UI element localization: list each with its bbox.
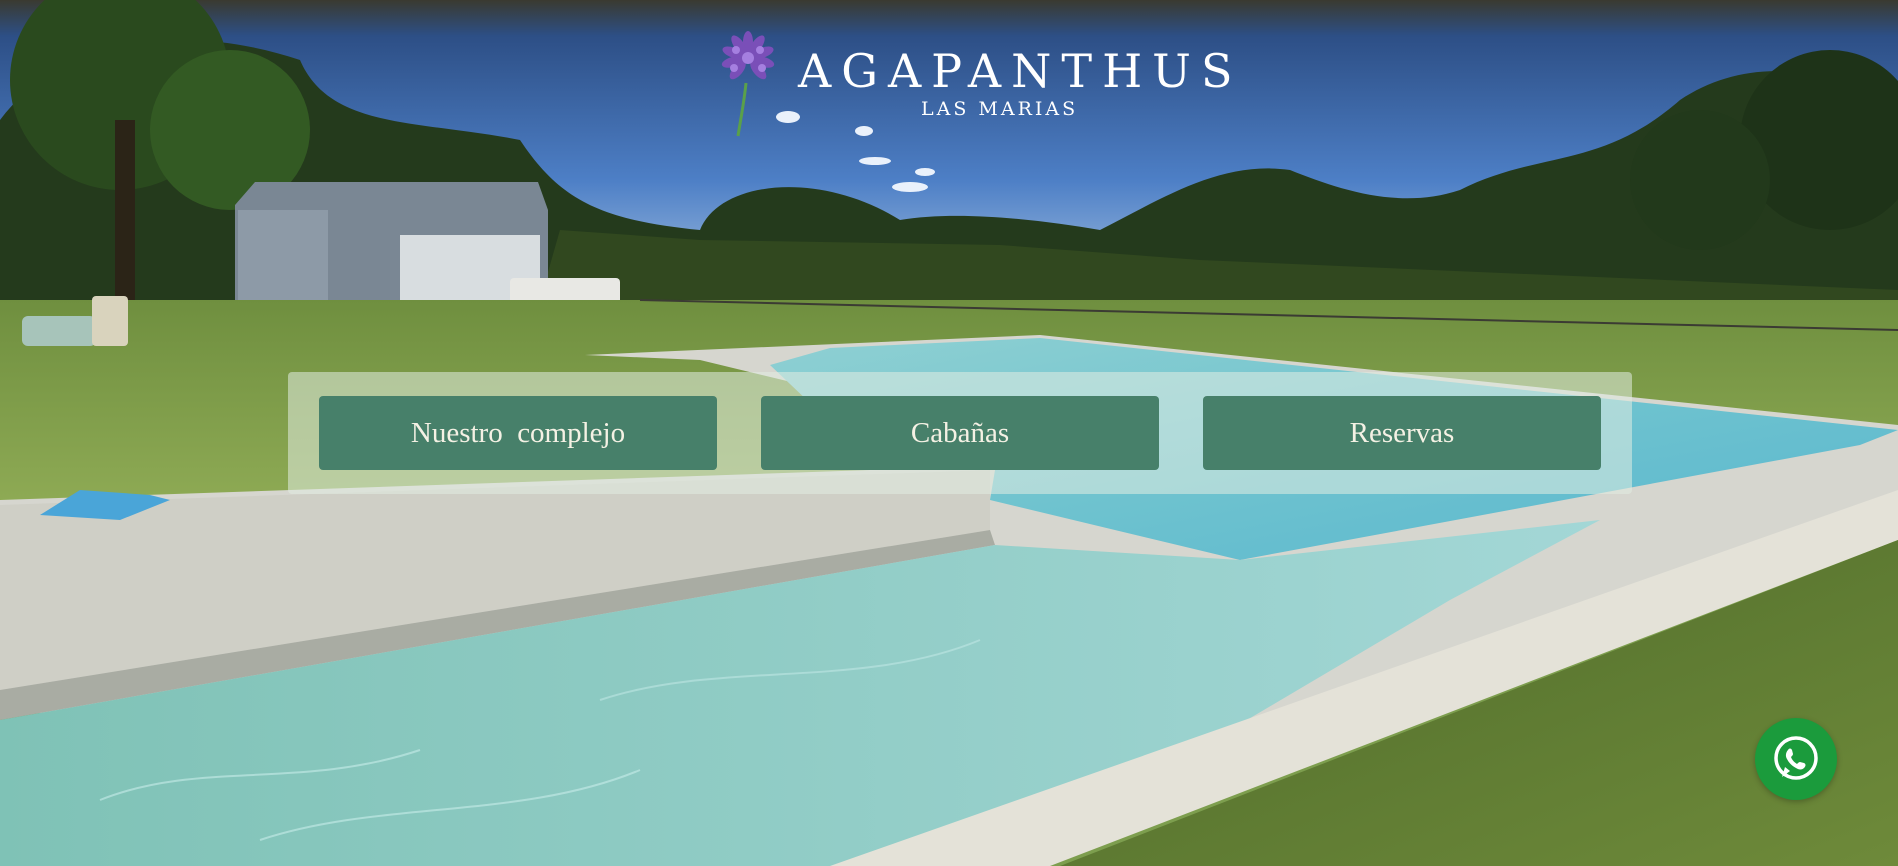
main-nav-panel: Nuestro complejo Cabañas Reservas — [288, 372, 1632, 494]
whatsapp-button[interactable] — [1755, 718, 1837, 800]
agapanthus-flower-icon — [721, 31, 775, 137]
site-logo[interactable]: AGAPANTHUS LAS MARIAS — [710, 28, 1232, 138]
brand-name: AGAPANTHUS — [798, 44, 1243, 98]
cabanas-button[interactable]: Cabañas — [761, 396, 1159, 470]
nuestro-complejo-button[interactable]: Nuestro complejo — [319, 396, 717, 470]
reservas-button[interactable]: Reservas — [1203, 396, 1601, 470]
brand-subtitle: LAS MARIAS — [921, 98, 1079, 120]
whatsapp-icon — [1774, 736, 1818, 780]
hero-section: AGAPANTHUS LAS MARIAS Nuestro complejo C… — [0, 0, 1898, 866]
